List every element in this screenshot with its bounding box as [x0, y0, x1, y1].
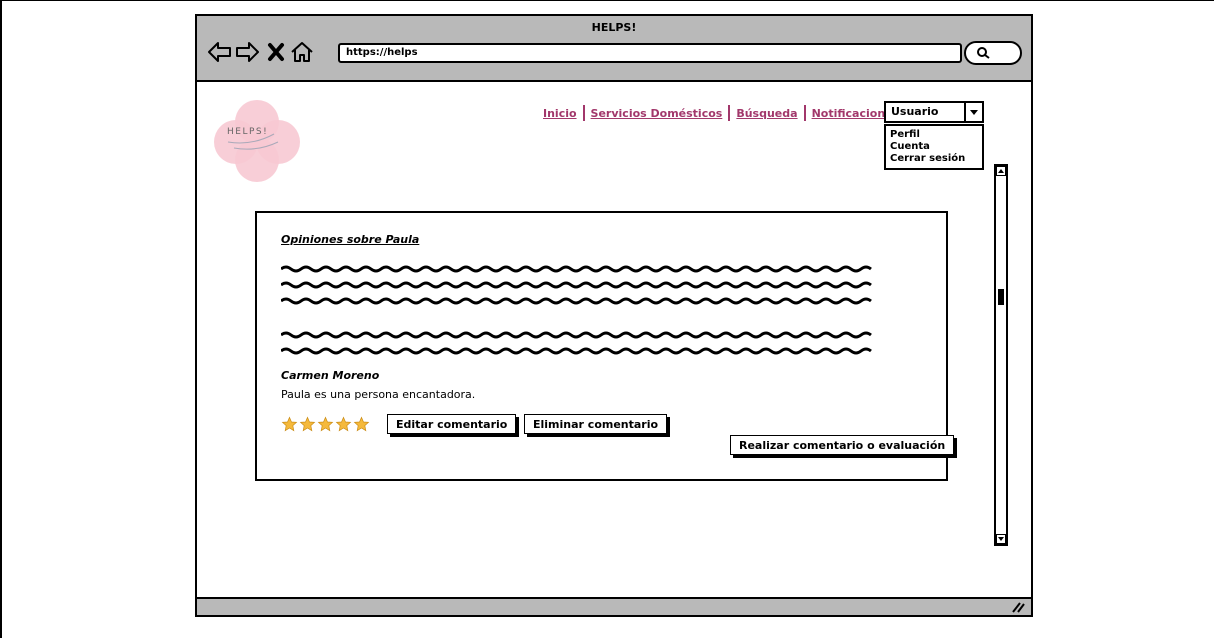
placeholder-text-line: [281, 331, 872, 339]
helps-logo: HELPS!: [214, 100, 300, 182]
menu-item-perfil[interactable]: Perfil: [890, 129, 978, 141]
star-icon: [335, 416, 352, 432]
star-icon: [299, 416, 316, 432]
resize-grip-icon[interactable]: [1011, 601, 1025, 613]
placeholder-text-line: [281, 281, 872, 289]
forward-icon[interactable]: [234, 40, 260, 64]
comment-author: Carmen Moreno: [281, 369, 380, 382]
scroll-up-icon[interactable]: [996, 166, 1006, 176]
status-bar: [197, 597, 1031, 615]
menu-item-cerrar-sesion[interactable]: Cerrar sesión: [890, 153, 978, 165]
chevron-down-icon[interactable]: [964, 103, 982, 121]
main-nav: Inicio Servicios Domésticos Búsqueda Not…: [537, 104, 908, 122]
logo-text: HELPS!: [227, 127, 268, 137]
stop-icon[interactable]: [267, 40, 285, 64]
edit-comment-button[interactable]: Editar comentario: [387, 414, 517, 434]
user-dropdown-value: Usuario: [891, 105, 939, 118]
scroll-thumb[interactable]: [998, 289, 1004, 305]
placeholder-text-line: [281, 265, 872, 273]
star-icon: [281, 416, 298, 432]
nav-servicios-domesticos[interactable]: Servicios Domésticos: [585, 107, 729, 120]
window-title: HELPS!: [591, 21, 637, 34]
user-dropdown[interactable]: Usuario: [884, 101, 984, 123]
address-bar[interactable]: https://helps: [338, 43, 962, 63]
add-comment-button[interactable]: Realizar comentario o evaluación: [730, 435, 955, 455]
browser-window: HELPS! https://helps HELPS! Inicio Servi…: [195, 14, 1033, 617]
star-icon: [353, 416, 370, 432]
opinions-heading: Opiniones sobre Paula: [281, 233, 420, 246]
user-dropdown-menu: Perfil Cuenta Cerrar sesión: [884, 124, 984, 170]
opinions-panel: Opiniones sobre Paula Carmen Moreno Paul…: [255, 211, 955, 481]
star-icon: [317, 416, 334, 432]
search-button[interactable]: [964, 41, 1022, 65]
home-icon[interactable]: [289, 40, 315, 64]
nav-busqueda[interactable]: Búsqueda: [730, 107, 803, 120]
back-icon[interactable]: [207, 40, 233, 64]
search-icon: [977, 47, 990, 59]
placeholder-text-line: [281, 347, 872, 355]
nav-inicio[interactable]: Inicio: [537, 107, 583, 120]
scroll-down-icon[interactable]: [996, 534, 1006, 544]
browser-toolbar: HELPS! https://helps: [197, 16, 1031, 82]
placeholder-text-line: [281, 297, 872, 305]
comment-text: Paula es una persona encantadora.: [281, 388, 476, 401]
delete-comment-button[interactable]: Eliminar comentario: [524, 414, 668, 434]
rating-stars: [281, 416, 370, 432]
menu-item-cuenta[interactable]: Cuenta: [890, 141, 978, 153]
vertical-scrollbar[interactable]: [994, 164, 1008, 546]
